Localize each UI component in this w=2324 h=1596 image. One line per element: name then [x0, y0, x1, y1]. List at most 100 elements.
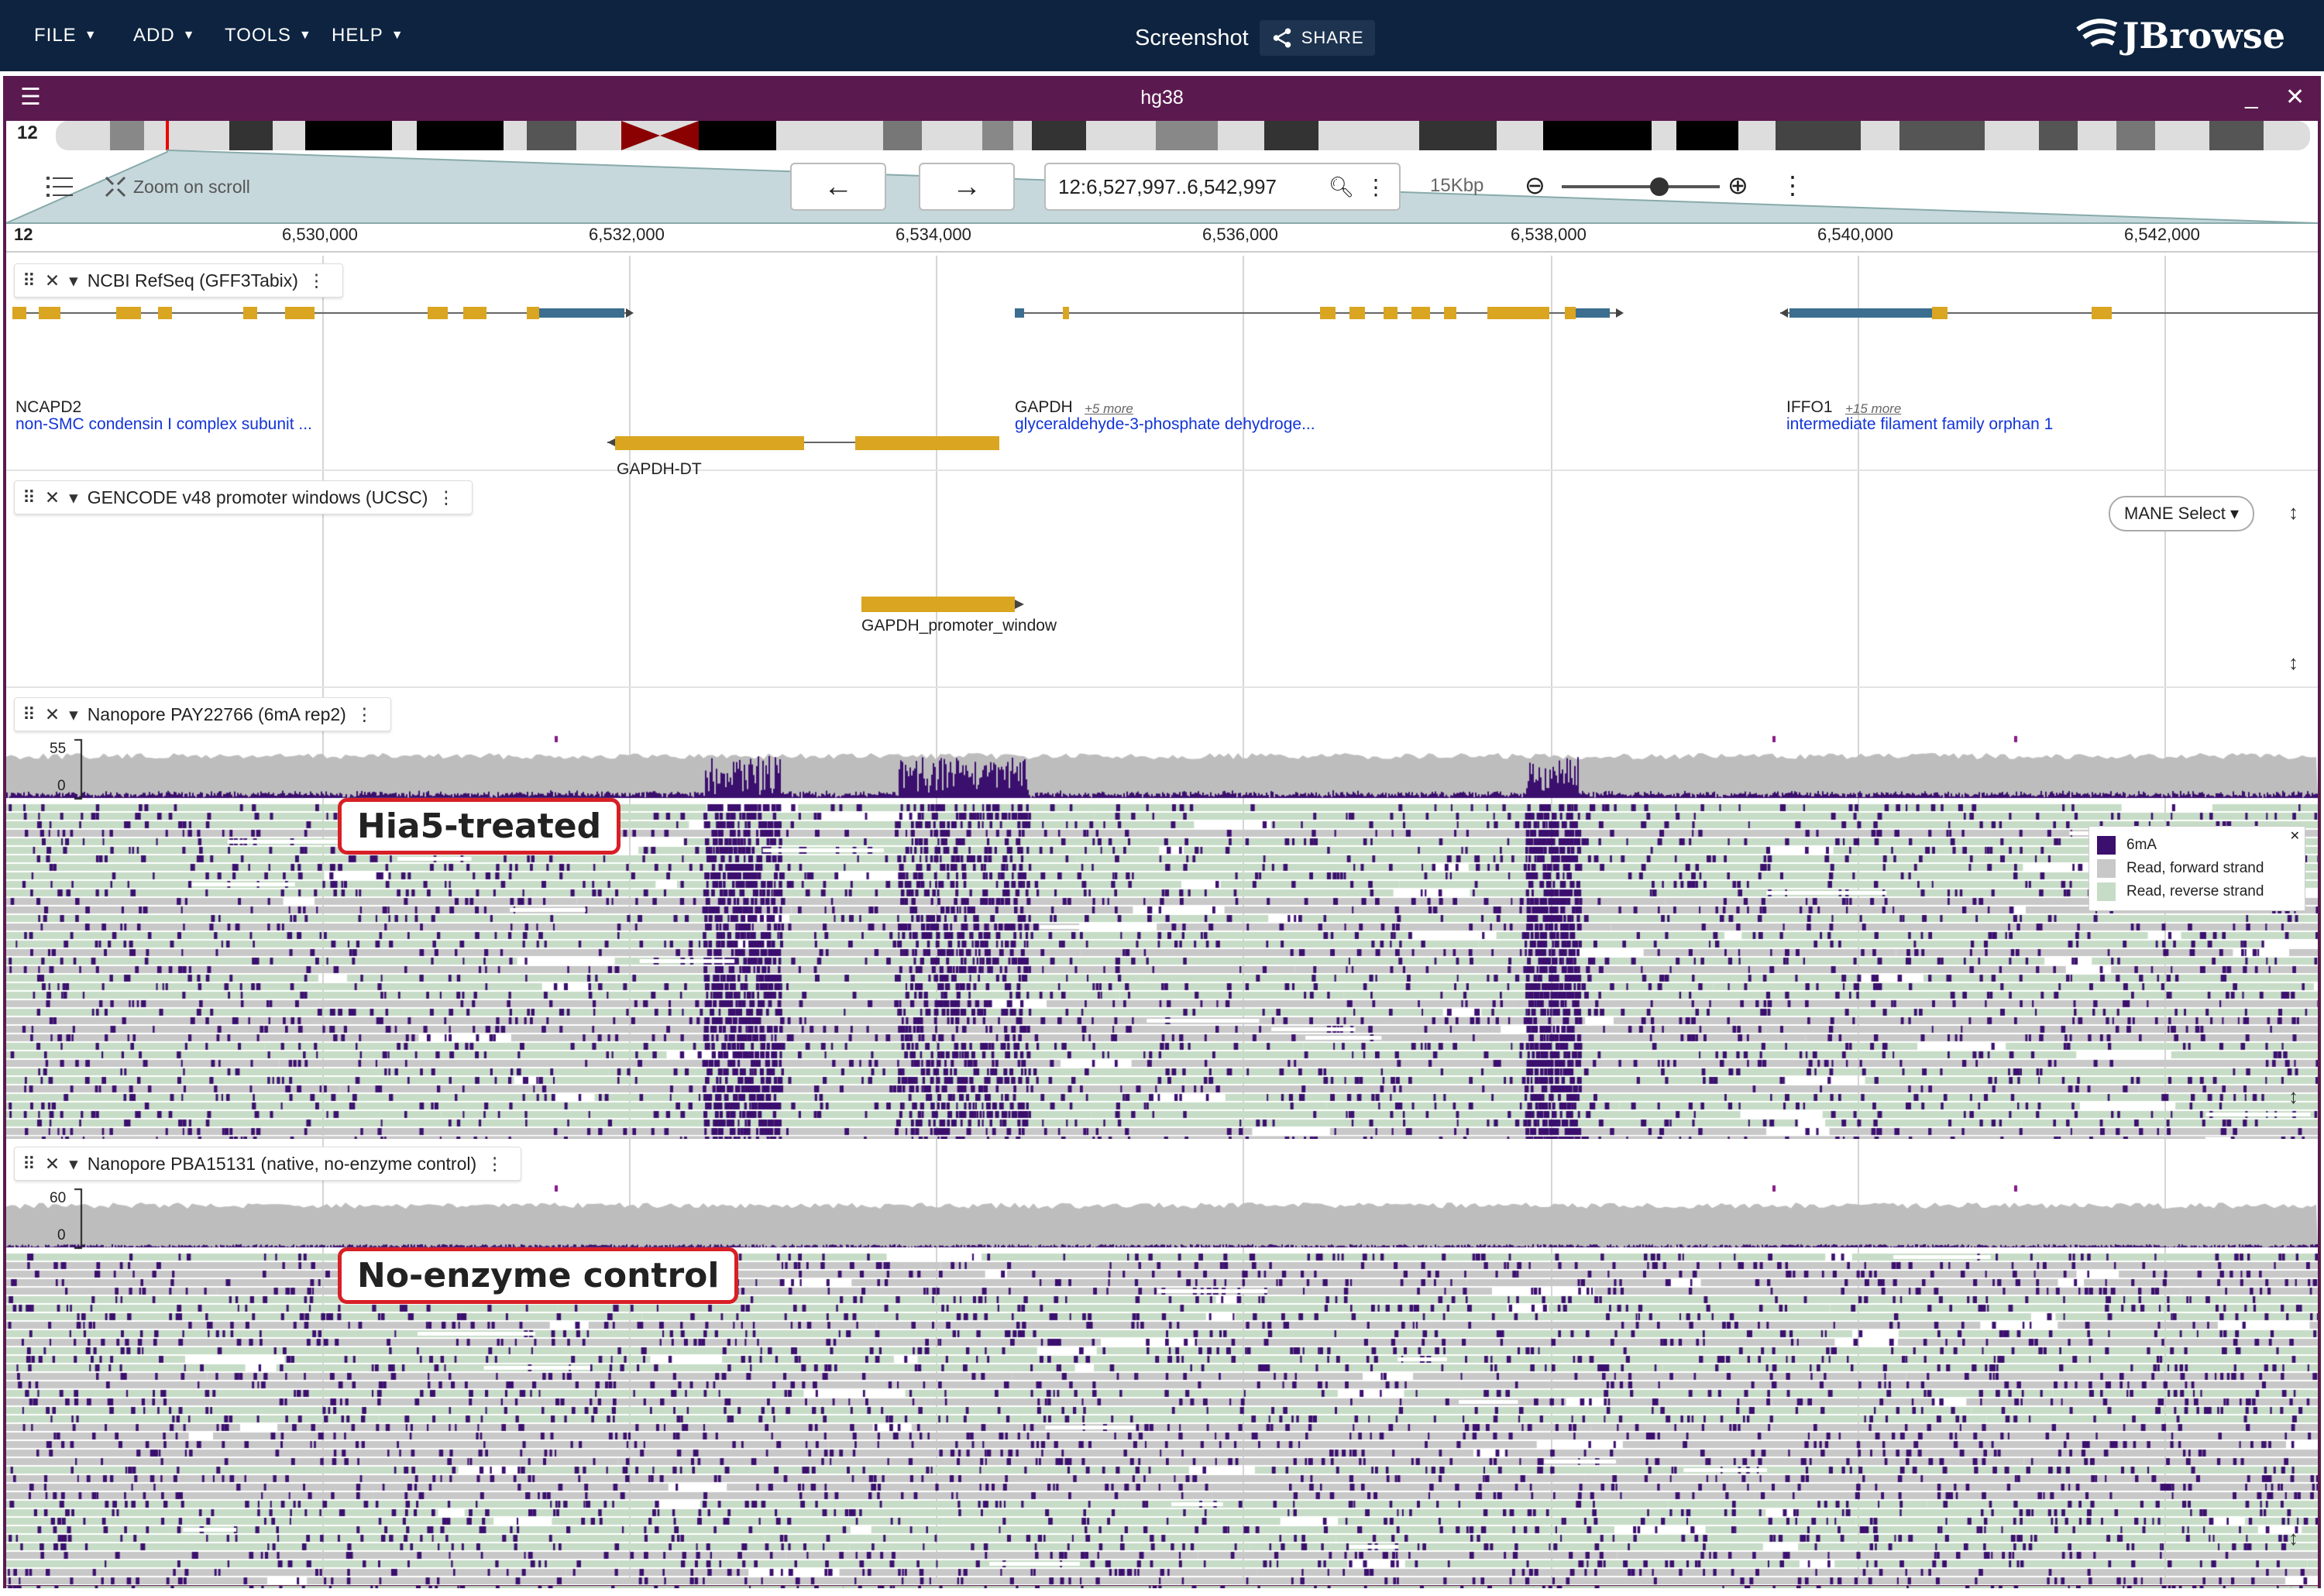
drag-handle-icon[interactable]: ⠿ — [22, 704, 36, 725]
share-icon — [1273, 28, 1291, 48]
session-title-text: Screenshot — [1135, 25, 1249, 50]
more-vert-icon[interactable]: ⋮ — [1365, 174, 1387, 200]
close-icon[interactable]: ✕ — [45, 704, 60, 725]
more-vert-icon[interactable]: ⋮ — [437, 487, 455, 508]
gene-description: intermediate filament family orphan 1 — [1786, 415, 2054, 433]
drag-handle-icon[interactable]: ⠿ — [22, 1154, 36, 1175]
zoom-on-scroll-icon — [105, 176, 126, 198]
chevron-down-icon: ▼ — [390, 29, 404, 42]
ideogram-band — [1899, 121, 1985, 150]
view-menu-icon[interactable]: ⋮ — [1780, 170, 1805, 200]
ideogram-band — [883, 121, 922, 150]
track-list-icon — [46, 177, 73, 197]
coverage-ymin-label: 0 — [57, 1227, 66, 1243]
share-label: SHARE — [1301, 28, 1364, 47]
zoom-in-icon[interactable]: ⊕ — [1728, 170, 1748, 200]
scroll-left-button[interactable]: ← — [790, 163, 886, 211]
zoom-out-icon[interactable]: ⊖ — [1525, 170, 1545, 200]
chromosome-label: 12 — [17, 122, 38, 143]
feature-name: GAPDH_promoter_window — [861, 617, 1057, 635]
modification-legend: ✕ 6mA Read, forward strand Read, reverse… — [2089, 826, 2305, 911]
no-enzyme-control-callout: No-enzyme control — [338, 1247, 739, 1304]
add-menu[interactable]: ADD ▼ — [133, 20, 196, 51]
resize-handle-icon[interactable]: ↕ — [2288, 1085, 2298, 1109]
ideogram-band — [699, 121, 776, 150]
ruler-tick-label: 6,542,000 — [2124, 225, 2200, 244]
resize-handle-icon[interactable]: ↕ — [2288, 651, 2298, 675]
gencode-track: ⠿ ✕ ▾ GENCODE v48 promoter windows (UCSC) … — [6, 473, 2318, 688]
ideogram-band — [417, 121, 504, 150]
close-icon[interactable]: ✕ — [45, 1154, 60, 1175]
nanopore-control-track: ⠿ ✕ ▾ Nanopore PBA15131 (native, no-enzyme… — [6, 1139, 2318, 1588]
ideogram-band — [2116, 121, 2155, 150]
coverage-and-reads-plot — [6, 1139, 2318, 1588]
more-vert-icon[interactable]: ⋮ — [308, 270, 325, 291]
refseq-features — [12, 307, 2318, 450]
ruler-tick-label: 6,532,000 — [589, 225, 665, 244]
chevron-down-icon: ▼ — [182, 29, 196, 42]
ruler-tick-label: 6,534,000 — [896, 225, 971, 244]
file-menu-label: FILE — [34, 25, 77, 46]
more-vert-icon[interactable]: ⋮ — [356, 704, 373, 725]
chevron-down-icon[interactable]: ▾ — [69, 704, 78, 725]
location-value: 12:6,527,997..6,542,997 — [1058, 174, 1277, 198]
session-title: Screenshot SHARE — [1135, 20, 1375, 56]
ideogram[interactable] — [56, 121, 2310, 150]
drag-handle-icon[interactable]: ⠿ — [22, 487, 36, 508]
more-transcripts-link[interactable]: +15 more — [1845, 401, 1901, 417]
file-menu[interactable]: FILE ▼ — [34, 20, 98, 51]
scroll-right-button[interactable]: → — [919, 163, 1015, 211]
view-header: ☰ hg38 _ ✕ — [6, 76, 2318, 121]
close-icon[interactable]: ✕ — [2290, 828, 2300, 844]
gene-description: glyceraldehyde-3-phosphate dehydroge... — [1015, 415, 1315, 433]
ideogram-band — [527, 121, 576, 150]
close-icon[interactable]: ✕ — [2285, 84, 2305, 111]
more-vert-icon[interactable]: ⋮ — [486, 1154, 504, 1175]
more-transcripts-link[interactable]: +5 more — [1085, 401, 1133, 417]
zoom-slider[interactable] — [1562, 177, 1720, 196]
share-button[interactable]: SHARE — [1259, 20, 1375, 56]
track-selector-button[interactable] — [46, 175, 73, 202]
chevron-down-icon[interactable]: ▾ — [69, 487, 78, 508]
track-title: Nanopore PBA15131 (native, no-enzyme con… — [87, 1153, 477, 1174]
ruler: 12 6,530,000 6,532,000 6,534,000 6,536,0… — [6, 225, 2318, 253]
ruler-tick-label: 6,536,000 — [1202, 225, 1278, 244]
add-menu-label: ADD — [133, 25, 175, 46]
resize-handle-icon[interactable]: ↕ — [2288, 1526, 2298, 1550]
ruler-tick-label: 6,540,000 — [1817, 225, 1893, 244]
ideogram-band — [1543, 121, 1652, 150]
legend-label: 6mA — [2126, 837, 2157, 853]
chevron-down-icon[interactable]: ▾ — [69, 270, 78, 291]
ideogram-band — [1776, 121, 1861, 150]
centromere — [621, 121, 699, 150]
zoom-on-scroll-toggle[interactable]: Zoom on scroll — [104, 175, 250, 198]
tools-menu[interactable]: TOOLS ▼ — [225, 20, 312, 51]
close-icon[interactable]: ✕ — [45, 270, 60, 291]
legend-swatch — [2097, 882, 2116, 901]
gene-name: GAPDH — [1015, 398, 1073, 416]
location-input[interactable]: 12:6,527,997..6,542,997 🔍︎ ⋮ — [1044, 163, 1401, 211]
drag-handle-icon[interactable]: ⠿ — [22, 270, 36, 291]
linear-genome-view: ☰ hg38 _ ✕ 12 Zoom on scroll ← → 12:6,52… — [3, 76, 2321, 1588]
ideogram-band — [229, 121, 273, 150]
chevron-down-icon: ▼ — [84, 29, 98, 42]
zoom-on-scroll-label: Zoom on scroll — [133, 176, 250, 197]
search-icon[interactable]: 🔍︎ — [1329, 175, 1354, 199]
gencode-track-header: ⠿ ✕ ▾ GENCODE v48 promoter windows (UCSC) … — [14, 480, 473, 514]
jbrowse-logo: JBrowse — [2073, 14, 2285, 57]
chevron-down-icon: ▼ — [298, 29, 312, 42]
coverage-ymax-label: 60 — [50, 1190, 67, 1206]
close-icon[interactable]: ✕ — [45, 487, 60, 508]
span-label: 15Kbp — [1430, 175, 1484, 196]
ideogram-band — [1676, 121, 1738, 150]
chevron-down-icon[interactable]: ▾ — [69, 1154, 78, 1175]
ruler-chr-label: 12 — [14, 225, 33, 244]
help-menu[interactable]: HELP ▼ — [332, 20, 404, 51]
gene-description: non-SMC condensin I complex subunit ... — [15, 415, 312, 433]
ideogram-band — [110, 121, 144, 150]
zoom-slider-thumb[interactable] — [1650, 177, 1669, 196]
legend-swatch — [2097, 836, 2116, 855]
ideogram-band — [305, 121, 392, 150]
arrow-left-icon: ← — [823, 170, 853, 203]
minimize-icon[interactable]: _ — [2245, 84, 2258, 110]
